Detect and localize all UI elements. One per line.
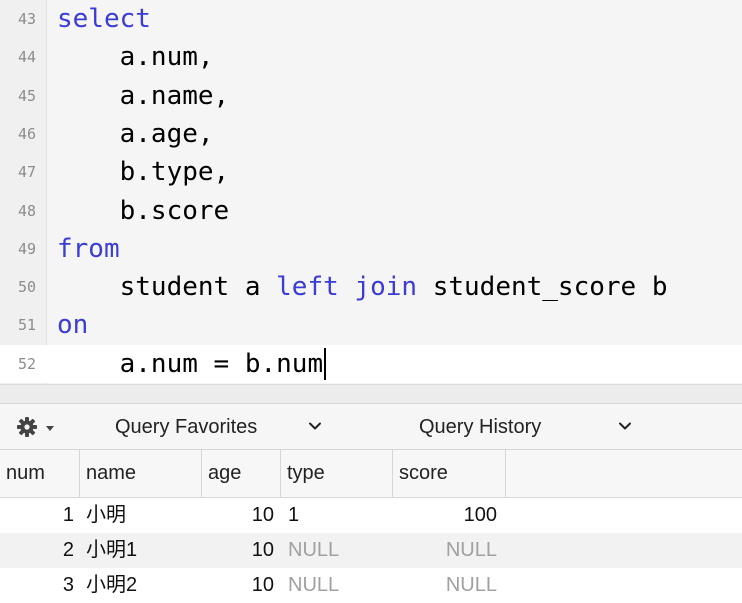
line-number: 52 <box>17 354 36 373</box>
column-header-score[interactable]: score <box>393 450 506 497</box>
cell-age: 10 <box>251 539 274 561</box>
sql-keyword: select <box>57 4 151 34</box>
cell-num: 2 <box>62 539 74 561</box>
sql-text: a.num, <box>57 42 214 73</box>
line-number: 50 <box>17 278 36 297</box>
code-text: a.num, <box>57 38 214 76</box>
code-line[interactable]: 48 b.score <box>0 192 742 230</box>
line-number: 45 <box>17 86 36 105</box>
cell-type: NULL <box>288 539 340 561</box>
text-cursor <box>324 348 327 381</box>
code-line[interactable]: 52 a.num = b.num <box>0 344 742 383</box>
line-number: 49 <box>17 239 36 258</box>
sql-text: b.score <box>57 195 230 226</box>
column-header-age[interactable]: age <box>202 450 281 497</box>
query-favorites-label: Query Favorites <box>115 416 258 438</box>
sql-keyword: left join <box>276 272 418 303</box>
line-number: 44 <box>17 48 36 67</box>
code-line[interactable]: 45 a.name, <box>0 77 742 115</box>
table-header: num name age type score <box>0 450 742 498</box>
sql-editor[interactable]: 43 select 44 a.num, 45 a.name, 46 a.age, 47 b… <box>0 0 742 384</box>
code-line[interactable]: 51 on <box>0 306 742 344</box>
cell-score: NULL <box>445 539 497 561</box>
cell-age: 10 <box>251 504 274 526</box>
query-favorites-button[interactable]: Query Favorites <box>115 404 257 450</box>
cell-type: 1 <box>288 504 300 526</box>
code-line[interactable]: 44 a.num, <box>0 38 742 76</box>
line-number: 47 <box>17 163 36 182</box>
query-toolbar: Query Favorites Query History <box>0 404 742 450</box>
cell-num: 1 <box>62 504 74 526</box>
column-header-num[interactable]: num <box>0 450 80 497</box>
code-line[interactable]: 47 b.type, <box>0 153 742 191</box>
line-number: 48 <box>17 201 36 220</box>
sql-text: student_score b <box>417 272 668 303</box>
code-text: from <box>57 230 120 268</box>
code-text: a.age, <box>57 115 214 153</box>
line-number: 51 <box>17 316 36 335</box>
line-number: 43 <box>17 10 36 28</box>
column-header-name[interactable]: name <box>80 450 202 497</box>
table-row[interactable]: 1 小明 10 1 100 <box>0 498 742 533</box>
query-history-label: Query History <box>419 416 542 438</box>
sql-text: a.name, <box>57 80 230 111</box>
code-text: on <box>57 306 88 344</box>
cell-score: 100 <box>463 504 497 526</box>
results-table: num name age type score 1 小明 10 1 100 2 小明1 10 N… <box>0 450 742 598</box>
cell-name: 小明 <box>86 504 126 526</box>
sql-text: a.age, <box>57 118 214 149</box>
code-line[interactable]: 46 a.age, <box>0 115 742 153</box>
code-text: student a left join student_score b <box>57 268 668 306</box>
cell-name: 小明1 <box>86 539 138 561</box>
pane-splitter[interactable] <box>0 384 742 404</box>
caret-down-icon <box>46 426 54 431</box>
code-line[interactable]: 43 select <box>0 0 742 38</box>
sql-text: a.num = b.num <box>57 348 324 379</box>
chevron-down-icon[interactable] <box>618 419 632 433</box>
code-line[interactable]: 50 student a left join student_score b <box>0 268 742 306</box>
code-text: select <box>57 0 151 38</box>
sql-keyword: from <box>57 233 120 264</box>
code-text: b.type, <box>57 153 230 191</box>
code-text: a.num = b.num <box>57 345 327 383</box>
table-row[interactable]: 2 小明1 10 NULL NULL <box>0 533 742 568</box>
gear-icon <box>17 417 54 437</box>
line-number: 46 <box>17 124 36 143</box>
code-text: a.name, <box>57 77 230 115</box>
sql-text: student a <box>57 272 277 303</box>
code-line[interactable]: 49 from <box>0 230 742 268</box>
code-text: b.score <box>57 192 230 230</box>
column-header-type[interactable]: type <box>281 450 393 497</box>
chevron-down-icon[interactable] <box>308 419 322 433</box>
query-history-button[interactable]: Query History <box>419 404 541 450</box>
sql-keyword: on <box>57 310 89 341</box>
sql-text: b.type, <box>57 157 230 188</box>
gear-menu-button[interactable] <box>16 416 56 438</box>
